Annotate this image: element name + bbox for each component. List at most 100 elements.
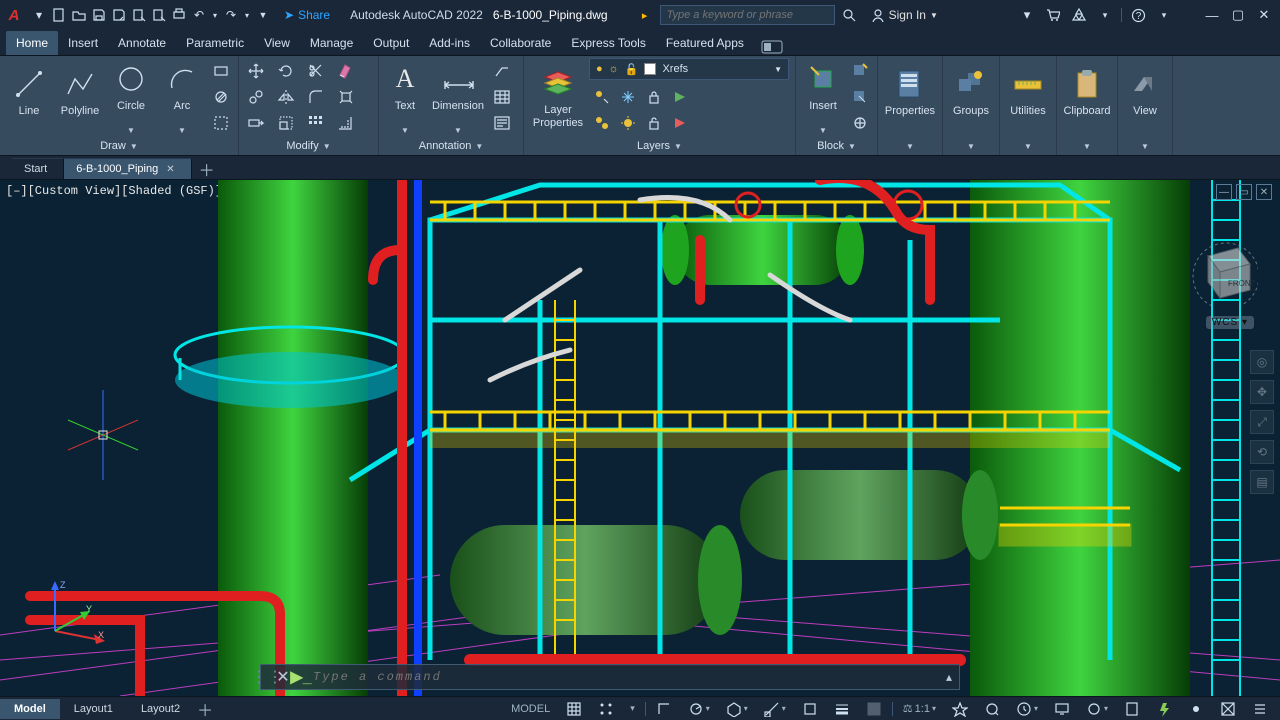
offset-icon[interactable] <box>333 110 359 136</box>
snap-toggle-icon[interactable] <box>592 697 620 720</box>
panel-title-modify[interactable]: Modify▼ <box>243 137 374 155</box>
leader-icon[interactable] <box>489 58 515 84</box>
cmd-grip-icon[interactable]: ⋮⋮ <box>261 665 273 689</box>
hardware-accel-icon[interactable] <box>1150 697 1178 720</box>
annotation-monitor-icon[interactable] <box>1048 697 1076 720</box>
rotate-icon[interactable] <box>273 58 299 84</box>
add-layout-button[interactable]: ＋ <box>194 699 216 719</box>
layout-tab-layout2[interactable]: Layout2 <box>127 699 194 719</box>
search-field[interactable] <box>660 5 835 25</box>
help-dropdown-icon[interactable]: ▾ <box>1154 5 1174 25</box>
ribbon-tab-manage[interactable]: Manage <box>300 31 363 55</box>
zoom-extents-icon[interactable]: ⤢ <box>1250 410 1274 434</box>
a360-dropdown-icon[interactable]: ▾ <box>1095 5 1115 25</box>
open-web-icon[interactable] <box>130 6 148 24</box>
clipboard-button[interactable]: Clipboard <box>1061 58 1113 136</box>
ellipse-icon[interactable] <box>208 110 234 136</box>
infocenter-indicator-icon[interactable]: ▸ <box>638 8 652 22</box>
layon-icon[interactable] <box>589 110 615 136</box>
close-button[interactable]: ✕ <box>1254 5 1274 25</box>
table-icon[interactable] <box>489 84 515 110</box>
new-icon[interactable] <box>50 6 68 24</box>
panel-title-layers[interactable]: Layers▼ <box>528 137 791 155</box>
pan-icon[interactable]: ✥ <box>1250 380 1274 404</box>
wcs-indicator[interactable]: WCS ▾ <box>1206 316 1254 329</box>
command-line[interactable]: ⋮⋮ ✕ ▶_ ▴ <box>260 664 960 690</box>
layer-selector[interactable]: ● ☼ 🔓 Xrefs ▼ <box>589 58 789 80</box>
rectangle-icon[interactable] <box>208 58 234 84</box>
undo-dropdown-icon[interactable]: ▾ <box>210 6 220 24</box>
layulk-icon[interactable] <box>641 110 667 136</box>
text-button[interactable]: AText▼ <box>383 58 427 136</box>
qat-customize-icon[interactable]: ▼ <box>254 6 272 24</box>
file-tab-active[interactable]: 6-B-1000_Piping✕ <box>64 158 191 179</box>
dimension-button[interactable]: Dimension▼ <box>428 58 488 136</box>
plot-icon[interactable] <box>170 6 188 24</box>
circle-button[interactable]: Circle▼ <box>106 58 156 136</box>
minimize-button[interactable]: — <box>1202 5 1222 25</box>
annotation-visibility-icon[interactable] <box>946 697 974 720</box>
move-icon[interactable] <box>243 58 269 84</box>
viewport-close-icon[interactable]: ✕ <box>1256 184 1272 200</box>
search-go-icon[interactable] <box>839 5 859 25</box>
view-button[interactable]: View <box>1122 58 1168 136</box>
layout-tab-model[interactable]: Model <box>0 699 60 719</box>
drawing-area[interactable]: [–][Custom View][Shaded (GSF)] <box>0 180 1280 696</box>
command-input[interactable] <box>309 670 939 684</box>
cart-icon[interactable] <box>1043 5 1063 25</box>
workspace-switch-icon[interactable]: ▾ <box>1010 697 1044 720</box>
scale-icon[interactable] <box>273 110 299 136</box>
laythw-icon[interactable] <box>615 110 641 136</box>
layout-tab-layout1[interactable]: Layout1 <box>60 699 127 719</box>
save-icon[interactable] <box>90 6 108 24</box>
ortho-toggle-icon[interactable] <box>650 697 678 720</box>
groups-button[interactable]: Groups <box>947 58 995 136</box>
ribbon-tab-annotate[interactable]: Annotate <box>108 31 176 55</box>
cmd-recent-icon[interactable]: ▴ <box>939 670 959 684</box>
undo-icon[interactable]: ↶ <box>190 6 208 24</box>
panel-title-annotation[interactable]: Annotation▼ <box>383 137 519 155</box>
layoff-icon[interactable] <box>589 84 615 110</box>
exchange-apps-icon[interactable]: ▾ <box>1017 5 1037 25</box>
view-cube[interactable]: FRONT <box>1188 236 1258 306</box>
file-tab-start[interactable]: Start <box>12 158 64 179</box>
ribbon-tab-parametric[interactable]: Parametric <box>176 31 254 55</box>
ribbon-tab-add-ins[interactable]: Add-ins <box>419 31 480 55</box>
polar-toggle-icon[interactable]: ▾ <box>682 697 716 720</box>
signin-button[interactable]: Sign In ▼ <box>871 8 938 22</box>
panel-title-view[interactable]: ▼ <box>1122 137 1168 155</box>
laymch-icon[interactable] <box>667 84 693 110</box>
redo-icon[interactable]: ↷ <box>222 6 240 24</box>
panel-title-draw[interactable]: Draw▼ <box>4 137 234 155</box>
edit-block-icon[interactable] <box>847 84 873 110</box>
ribbon-tab-insert[interactable]: Insert <box>58 31 108 55</box>
ribbon-overflow-icon[interactable] <box>760 39 784 55</box>
panel-title-clipboard[interactable]: ▼ <box>1061 137 1113 155</box>
line-button[interactable]: Line <box>4 58 54 136</box>
create-block-icon[interactable] <box>847 58 873 84</box>
mirror-icon[interactable] <box>273 84 299 110</box>
lineweight-toggle-icon[interactable] <box>828 697 856 720</box>
viewport-minimize-icon[interactable]: — <box>1216 184 1232 200</box>
isolate-objects-icon[interactable] <box>1182 697 1210 720</box>
explode-icon[interactable] <box>333 84 359 110</box>
trim-icon[interactable] <box>303 58 329 84</box>
3dosnap-toggle-icon[interactable] <box>796 697 824 720</box>
utilities-button[interactable]: Utilities <box>1004 58 1052 136</box>
isodraft-toggle-icon[interactable]: ▾ <box>720 697 754 720</box>
saveas-icon[interactable] <box>110 6 128 24</box>
a360-icon[interactable] <box>1069 5 1089 25</box>
panel-title-properties[interactable]: ▼ <box>882 137 938 155</box>
units-icon[interactable]: ▾ <box>1080 697 1114 720</box>
quick-properties-icon[interactable] <box>1118 697 1146 720</box>
panel-title-utilities[interactable]: ▼ <box>1004 137 1052 155</box>
layer-properties-button[interactable]: Layer Properties <box>528 58 588 136</box>
osnap-toggle-icon[interactable]: ▾ <box>758 697 792 720</box>
maximize-button[interactable]: ▢ <box>1228 5 1248 25</box>
annotation-autoscale-icon[interactable] <box>978 697 1006 720</box>
grid-toggle-icon[interactable] <box>560 697 588 720</box>
ribbon-tab-home[interactable]: Home <box>6 31 58 55</box>
laycur-icon[interactable] <box>667 110 693 136</box>
help-icon[interactable]: ? <box>1128 5 1148 25</box>
redo-dropdown-icon[interactable]: ▾ <box>242 6 252 24</box>
